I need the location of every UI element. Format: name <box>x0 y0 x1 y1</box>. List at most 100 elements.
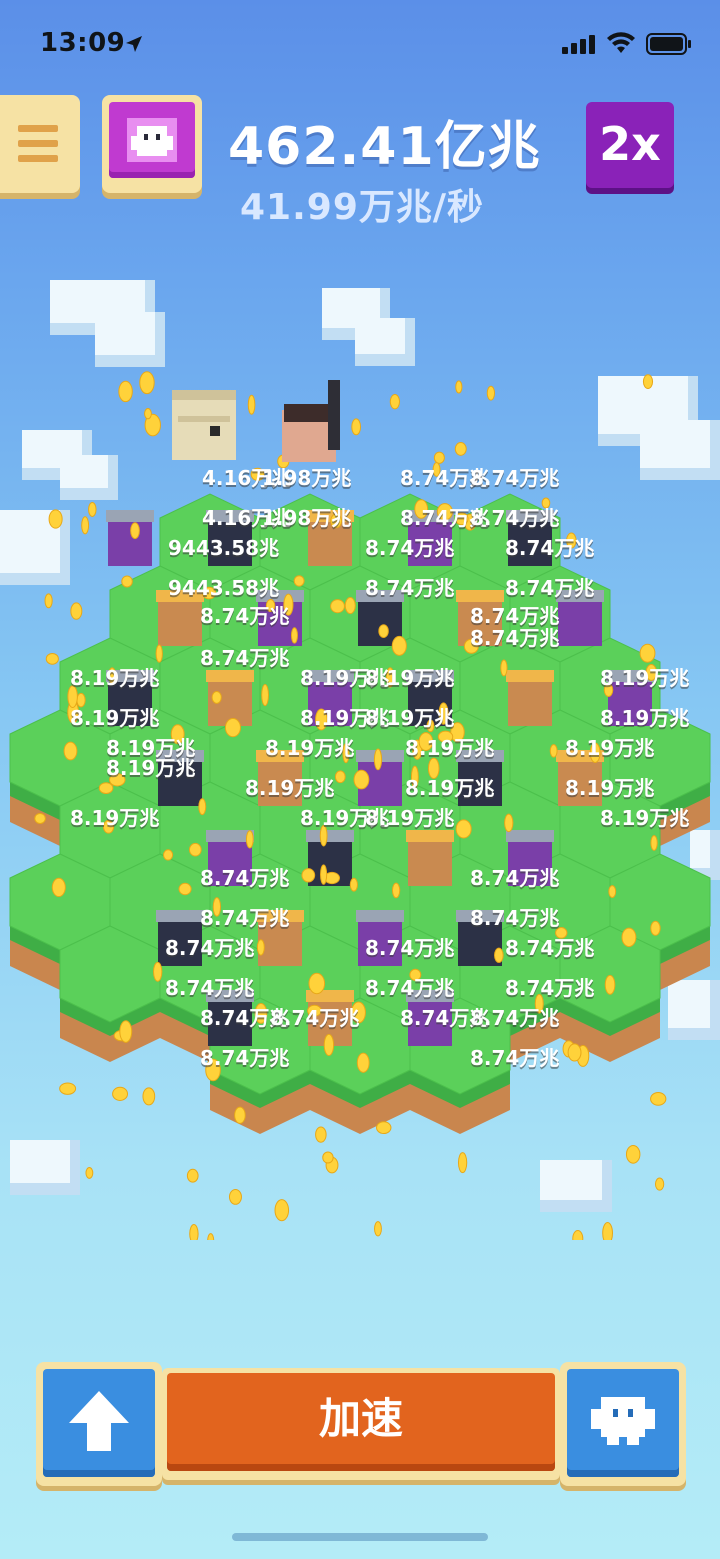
income-label: 8.74万兆 <box>505 536 595 560</box>
characters-button[interactable] <box>560 1362 686 1486</box>
coin <box>228 1189 242 1205</box>
coin <box>256 939 265 956</box>
boost-button[interactable]: 加速 <box>162 1368 560 1480</box>
income-label: 8.19万兆 <box>365 806 455 830</box>
coin <box>650 835 658 851</box>
income-label: 8.74万兆 <box>200 604 290 628</box>
coin <box>247 394 256 415</box>
coin <box>334 770 346 784</box>
income-label: 8.74万兆 <box>270 1006 360 1030</box>
income-label: 8.74万兆 <box>470 866 560 890</box>
coin <box>602 1222 614 1240</box>
game-island[interactable] <box>0 0 720 1240</box>
home-indicator <box>232 1533 488 1541</box>
coin <box>163 849 174 861</box>
coin <box>81 516 90 535</box>
skier-character <box>282 380 340 462</box>
coin <box>604 974 616 995</box>
income-label: 8.74万兆 <box>505 576 595 600</box>
coin <box>63 741 78 761</box>
hex-tile <box>59 925 161 1062</box>
coin <box>301 868 316 883</box>
coin <box>642 374 654 390</box>
income-label: 8.19万兆 <box>245 776 335 800</box>
coin <box>454 442 467 456</box>
coin <box>654 1177 665 1191</box>
coin <box>189 1224 199 1240</box>
coin <box>650 920 661 936</box>
coin <box>320 864 328 885</box>
coin <box>59 1082 77 1095</box>
income-label: 8.74万兆 <box>505 936 595 960</box>
coin <box>349 877 358 892</box>
coin <box>457 1152 468 1174</box>
coin <box>186 1168 199 1183</box>
coin <box>70 602 83 620</box>
coin <box>608 885 617 899</box>
coin <box>389 394 401 410</box>
coin <box>211 690 222 704</box>
coin <box>261 683 269 707</box>
coin <box>353 769 370 790</box>
coin <box>625 1145 641 1164</box>
income-label: 9443.58兆 <box>168 576 280 600</box>
coin <box>356 1052 370 1073</box>
coin <box>330 599 345 614</box>
coin <box>378 624 389 639</box>
income-label: 8.19万兆 <box>405 736 495 760</box>
coin <box>178 882 192 896</box>
coin <box>245 830 254 849</box>
income-label: 8.19万兆 <box>565 776 655 800</box>
coin <box>155 644 163 663</box>
coin <box>567 1043 582 1062</box>
income-label: 8.74万兆 <box>470 906 560 930</box>
income-label: 8.19万兆 <box>365 706 455 730</box>
income-label: 8.74万兆 <box>365 976 455 1000</box>
coin <box>455 380 463 394</box>
coin <box>293 575 305 587</box>
coin <box>391 635 407 656</box>
coin <box>494 947 504 963</box>
income-label: 8.74万兆 <box>470 626 560 650</box>
income-label: 8.74万兆 <box>200 866 290 890</box>
building <box>406 830 454 886</box>
income-label: 1.98万兆 <box>262 466 352 490</box>
income-label: 8.19万兆 <box>565 736 655 760</box>
coin <box>144 408 152 420</box>
income-label: 8.74万兆 <box>470 466 560 490</box>
upgrade-button[interactable] <box>36 1362 162 1486</box>
coin <box>315 1126 327 1143</box>
coin <box>391 882 401 899</box>
coin <box>119 1020 133 1043</box>
building <box>106 510 154 566</box>
income-label: 8.74万兆 <box>365 936 455 960</box>
income-label: 8.74万兆 <box>365 536 455 560</box>
coin <box>88 501 97 517</box>
coin <box>621 927 637 948</box>
income-label: 8.74万兆 <box>365 576 455 600</box>
coin <box>504 813 514 833</box>
coin <box>351 418 362 436</box>
income-label: 8.74万兆 <box>200 906 290 930</box>
coin <box>234 1106 246 1124</box>
coin <box>639 643 656 663</box>
income-label: 8.19万兆 <box>265 736 355 760</box>
coin <box>118 380 133 403</box>
income-label: 8.19万兆 <box>365 666 455 690</box>
coin <box>130 522 140 540</box>
coin <box>142 1087 156 1106</box>
income-label: 8.74万兆 <box>505 976 595 1000</box>
coin <box>34 812 46 824</box>
coin <box>486 385 496 401</box>
income-label: 8.19万兆 <box>600 706 690 730</box>
income-label: 8.19万兆 <box>70 666 160 690</box>
coin <box>308 972 326 995</box>
coin <box>274 1199 290 1222</box>
coin <box>139 371 155 395</box>
coin <box>290 627 298 644</box>
building <box>506 670 554 726</box>
bottom-bar: 加速 <box>0 1360 720 1490</box>
income-label: 8.74万兆 <box>470 1046 560 1070</box>
income-label: 8.74万兆 <box>200 1046 290 1070</box>
coin <box>322 1151 334 1164</box>
